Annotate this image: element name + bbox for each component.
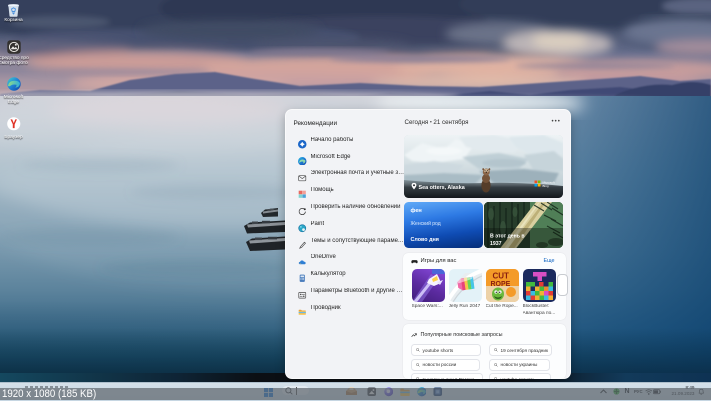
svg-text:Bing: Bing bbox=[542, 184, 548, 188]
svg-text:ROPE: ROPE bbox=[490, 281, 510, 288]
svg-text:В этот день в: В этот день в bbox=[490, 233, 525, 239]
svg-text:CUT: CUT bbox=[492, 272, 509, 281]
svg-text:1937: 1937 bbox=[490, 241, 502, 247]
svg-text:Sea otters, Alaska: Sea otters, Alaska bbox=[418, 184, 465, 190]
